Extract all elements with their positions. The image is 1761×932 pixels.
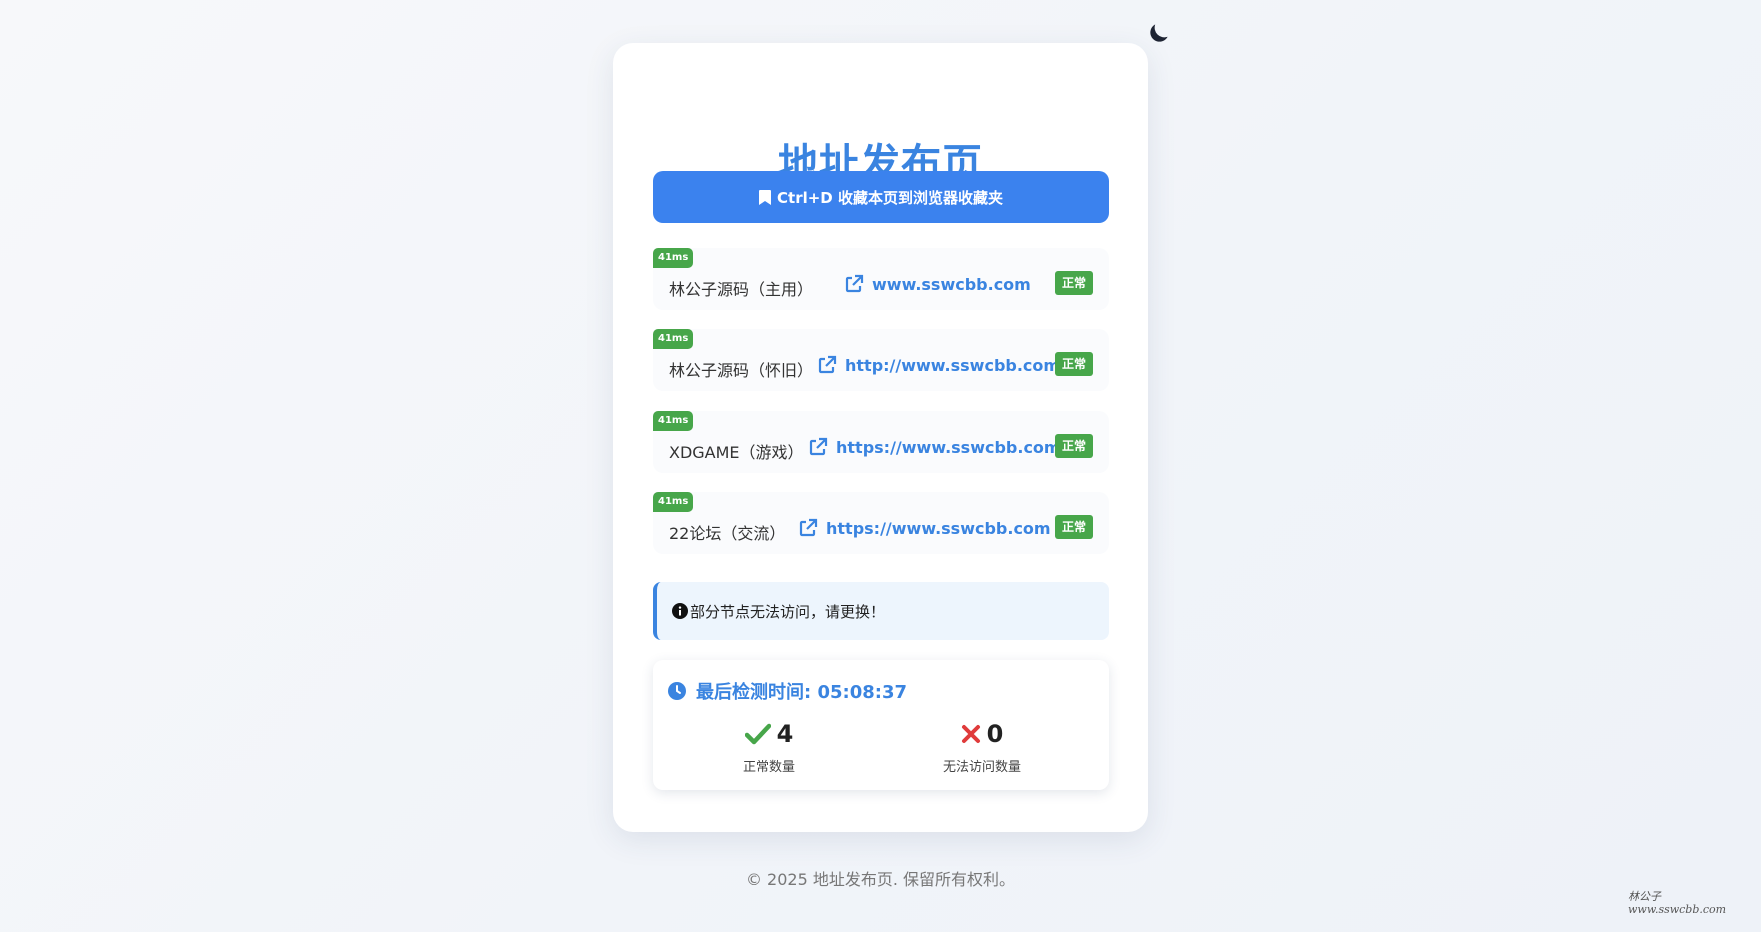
fail-label: 无法访问数量 bbox=[942, 760, 1021, 775]
link-url-text[interactable]: http://www.sswcbb.com bbox=[845, 356, 1060, 375]
external-link-icon bbox=[799, 518, 818, 537]
watermark-line2: www.sswcbb.com bbox=[1628, 903, 1727, 916]
fail-count: 0 bbox=[986, 720, 1004, 748]
link-row: 41ms XDGAME（游戏） https://www.sswcbb.com 正… bbox=[653, 411, 1109, 473]
ok-count: 4 bbox=[776, 720, 794, 748]
status-badge: 正常 bbox=[1054, 352, 1093, 376]
stats-panel: 最后检测时间: 05:08:37 4 正常数量 0 无法访问数量 bbox=[653, 660, 1109, 790]
latency-badge: 41ms bbox=[653, 248, 694, 268]
x-mark-icon bbox=[961, 725, 980, 743]
bookmark-icon bbox=[759, 189, 772, 205]
external-link-icon bbox=[845, 274, 864, 293]
latency-badge: 41ms bbox=[653, 411, 694, 431]
main-card: 地址发布页 Ctrl+D 收藏本页到浏览器收藏夹 41ms 林公子源码（主用） … bbox=[613, 43, 1148, 832]
status-badge: 正常 bbox=[1054, 271, 1093, 295]
last-check-label: 最后检测时间: 05:08:37 bbox=[696, 682, 908, 703]
link-url-text[interactable]: https://www.sswcbb.com bbox=[836, 438, 1061, 457]
link-url[interactable]: https://www.sswcbb.com bbox=[808, 435, 1061, 459]
link-url[interactable]: www.sswcbb.com bbox=[844, 272, 1031, 296]
fail-stat: 0 无法访问数量 bbox=[902, 718, 1062, 775]
link-name: 林公子源码（怀旧） bbox=[669, 361, 814, 380]
bookmark-button-label: Ctrl+D 收藏本页到浏览器收藏夹 bbox=[777, 188, 1003, 207]
notice-box: 部分节点无法访问，请更换！ bbox=[653, 582, 1109, 640]
link-name: XDGAME（游戏） bbox=[669, 443, 804, 462]
notice-text: 部分节点无法访问，请更换！ bbox=[690, 602, 886, 621]
ok-label: 正常数量 bbox=[742, 760, 795, 775]
footer-copyright: © 2025 地址发布页. 保留所有权利。 bbox=[745, 870, 1016, 889]
watermark: 林公子 www.sswcbb.com bbox=[1628, 890, 1726, 916]
link-row: 41ms 林公子源码（怀旧） http://www.sswcbb.com 正常 bbox=[653, 329, 1109, 391]
link-name: 22论坛（交流） bbox=[669, 524, 786, 543]
latency-badge: 41ms bbox=[653, 329, 694, 349]
status-badge: 正常 bbox=[1054, 515, 1093, 539]
link-url-text[interactable]: www.sswcbb.com bbox=[872, 275, 1031, 294]
link-row: 41ms 22论坛（交流） https://www.sswcbb.com 正常 bbox=[653, 492, 1109, 554]
clock-icon bbox=[668, 682, 686, 700]
check-icon bbox=[744, 723, 771, 745]
ok-stat: 4 正常数量 bbox=[689, 718, 849, 775]
theme-toggle-button[interactable] bbox=[1144, 18, 1174, 48]
watermark-line1: 林公子 bbox=[1628, 890, 1661, 903]
link-name: 林公子源码（主用） bbox=[669, 280, 814, 299]
moon-icon bbox=[1150, 24, 1168, 42]
link-url-text[interactable]: https://www.sswcbb.com bbox=[826, 519, 1051, 538]
status-badge: 正常 bbox=[1054, 434, 1093, 458]
external-link-icon bbox=[809, 437, 828, 456]
info-circle-icon bbox=[672, 603, 688, 619]
external-link-icon bbox=[818, 355, 837, 374]
link-row: 41ms 林公子源码（主用） www.sswcbb.com 正常 bbox=[653, 248, 1109, 310]
link-url[interactable]: http://www.sswcbb.com bbox=[817, 353, 1060, 377]
latency-badge: 41ms bbox=[653, 492, 694, 512]
link-url[interactable]: https://www.sswcbb.com bbox=[798, 516, 1051, 540]
last-check-time: 最后检测时间: 05:08:37 bbox=[668, 678, 907, 704]
bookmark-button[interactable]: Ctrl+D 收藏本页到浏览器收藏夹 bbox=[653, 171, 1109, 223]
